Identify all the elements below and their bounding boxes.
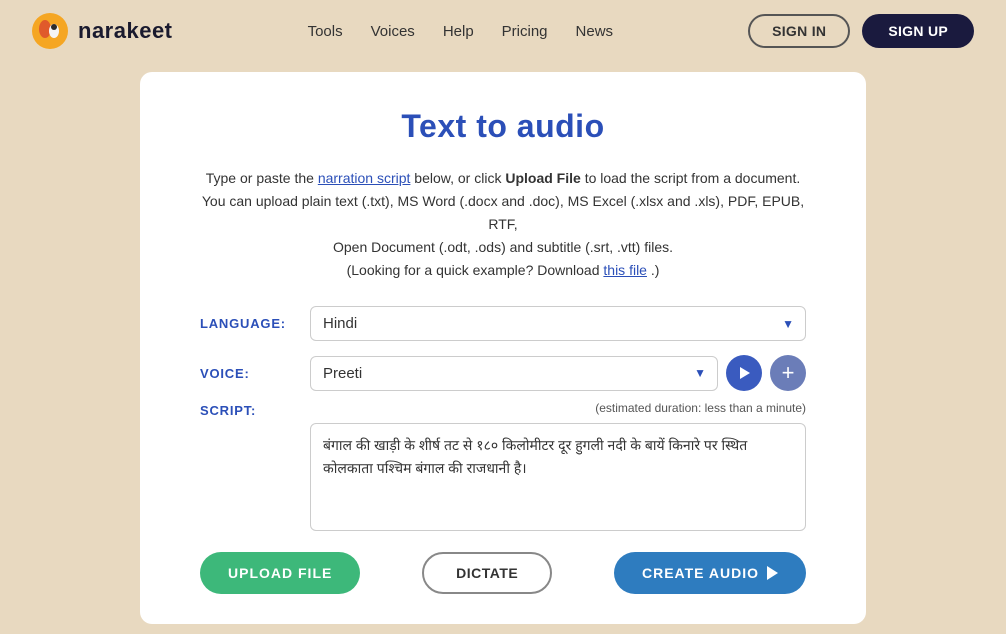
language-select-wrapper: Hindi ▼ xyxy=(310,306,806,341)
main-content: Text to audio Type or paste the narratio… xyxy=(0,72,1006,624)
upload-file-button[interactable]: UPLOAD FILE xyxy=(200,552,360,594)
language-label: LANGUAGE: xyxy=(200,316,310,331)
script-label: SCRIPT: xyxy=(200,403,310,418)
nav-voices[interactable]: Voices xyxy=(371,23,415,40)
script-section: SCRIPT: (estimated duration: less than a… xyxy=(200,401,806,536)
voice-select-wrapper: Preeti ▼ xyxy=(310,356,718,391)
nav-pricing[interactable]: Pricing xyxy=(502,23,548,40)
signup-button[interactable]: SIGN UP xyxy=(862,14,974,48)
script-textarea[interactable]: बंगाल की खाड़ी के शीर्ष तट से १८० किलोमी… xyxy=(310,423,806,531)
voice-select[interactable]: Preeti xyxy=(310,356,718,391)
bottom-buttons: UPLOAD FILE DICTATE CREATE AUDIO xyxy=(200,552,806,594)
main-card: Text to audio Type or paste the narratio… xyxy=(140,72,866,624)
main-nav: Tools Voices Help Pricing News xyxy=(308,23,613,40)
estimated-duration: (estimated duration: less than a minute) xyxy=(310,401,806,415)
script-label-spacer xyxy=(200,423,310,536)
voice-label: VOICE: xyxy=(200,366,310,381)
dictate-button[interactable]: DICTATE xyxy=(422,552,552,594)
script-textarea-wrapper: बंगाल की खाड़ी के शीर्ष तट से १८० किलोमी… xyxy=(310,423,806,536)
narration-script-link[interactable]: narration script xyxy=(318,170,411,186)
create-audio-label: CREATE AUDIO xyxy=(642,565,759,581)
logo-text: narakeet xyxy=(78,18,173,44)
logo-icon xyxy=(32,13,68,49)
voice-add-button[interactable]: + xyxy=(770,355,806,391)
header: narakeet Tools Voices Help Pricing News … xyxy=(0,0,1006,62)
logo-area: narakeet xyxy=(32,13,173,49)
language-select[interactable]: Hindi xyxy=(310,306,806,341)
plus-icon: + xyxy=(782,362,795,384)
play-icon xyxy=(740,367,750,379)
desc-end: .) xyxy=(651,262,660,278)
nav-news[interactable]: News xyxy=(576,23,614,40)
create-audio-button[interactable]: CREATE AUDIO xyxy=(614,552,806,594)
voice-play-button[interactable] xyxy=(726,355,762,391)
script-input-row: बंगाल की खाड़ी के शीर्ष तट से १८० किलोमी… xyxy=(200,423,806,536)
nav-tools[interactable]: Tools xyxy=(308,23,343,40)
language-row: LANGUAGE: Hindi ▼ xyxy=(200,306,806,341)
page-title: Text to audio xyxy=(200,108,806,145)
nav-help[interactable]: Help xyxy=(443,23,474,40)
upload-bold-text: Upload File xyxy=(505,170,580,186)
voice-row: VOICE: Preeti ▼ + xyxy=(200,355,806,391)
header-buttons: SIGN IN SIGN UP xyxy=(748,14,974,48)
voice-controls: Preeti ▼ + xyxy=(310,355,806,391)
create-audio-play-icon xyxy=(767,566,778,580)
signin-button[interactable]: SIGN IN xyxy=(748,14,850,48)
description-text: Type or paste the narration script below… xyxy=(200,167,806,282)
desc-part2: below, or click xyxy=(414,170,505,186)
desc-example: (Looking for a quick example? Download xyxy=(347,262,604,278)
desc-part1: Type or paste the xyxy=(206,170,314,186)
script-header: SCRIPT: (estimated duration: less than a… xyxy=(200,401,806,419)
this-file-link[interactable]: this file xyxy=(603,262,647,278)
